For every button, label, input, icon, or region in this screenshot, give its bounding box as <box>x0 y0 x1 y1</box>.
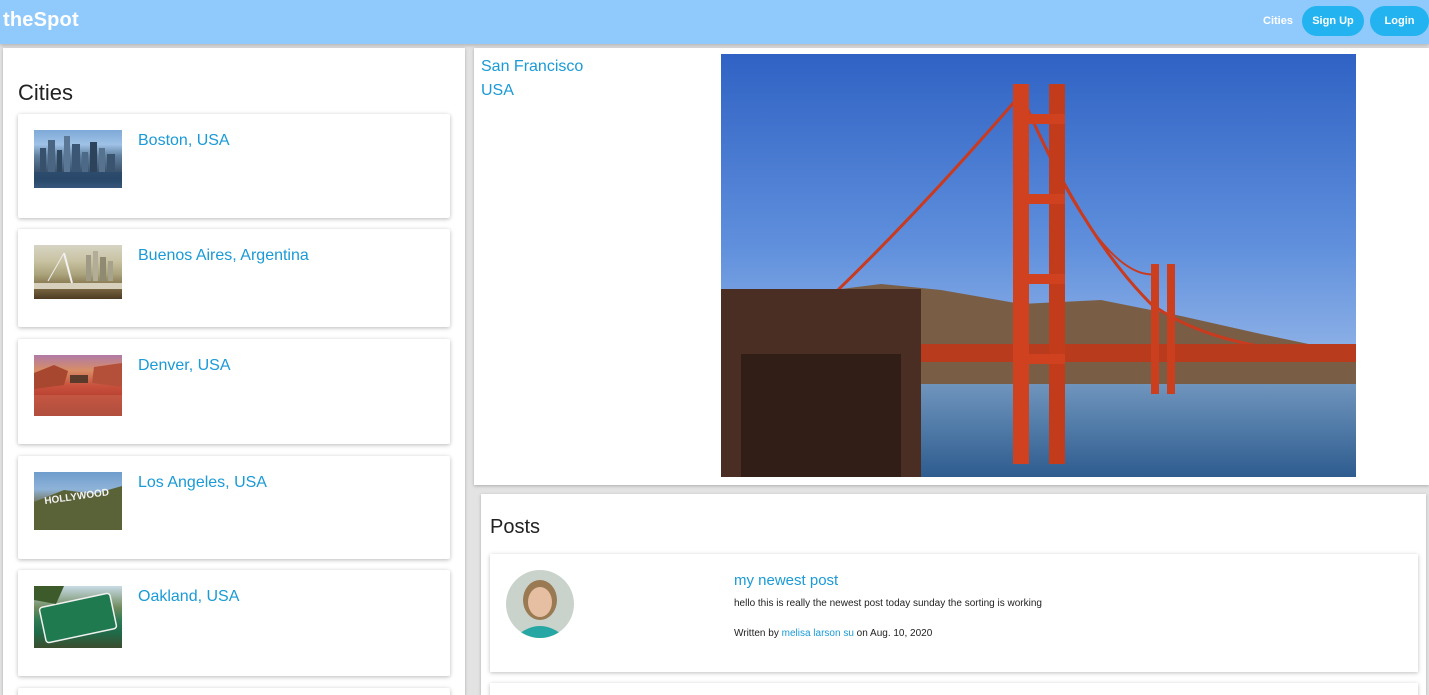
top-navbar: theSpot Cities Sign Up Login <box>0 0 1429 44</box>
city-card-denver[interactable]: Denver, USA <box>18 339 450 444</box>
cities-heading: Cities <box>18 80 74 105</box>
city-detail-panel: San Francisco USA <box>474 48 1429 485</box>
city-link-boston[interactable]: Boston, USA <box>138 132 230 150</box>
sign-up-button[interactable]: Sign Up <box>1302 6 1364 36</box>
city-link-oakland[interactable]: Oakland, USA <box>138 588 239 606</box>
post-author-link[interactable]: melisa larson su <box>782 628 854 639</box>
city-link-los-angeles[interactable]: Los Angeles, USA <box>138 474 267 492</box>
city-card-buenos-aires[interactable]: Buenos Aires, Argentina <box>18 229 450 327</box>
author-avatar <box>506 570 574 638</box>
posts-heading: Posts <box>490 516 541 538</box>
city-card-boston[interactable]: Boston, USA <box>18 114 450 218</box>
city-card-oakland[interactable]: Oakland, USA <box>18 570 450 676</box>
post-date: on Aug. 10, 2020 <box>856 628 933 639</box>
city-thumbnail-boston[interactable] <box>34 130 122 188</box>
cities-nav-link[interactable]: Cities <box>1263 15 1293 27</box>
city-card-los-angeles[interactable]: HOLLYWOOD Los Angeles, USA <box>18 456 450 559</box>
cities-sidebar: Cities Boston, USA Buenos Aires, Argenti… <box>3 48 465 695</box>
selected-city-country: USA <box>481 82 514 99</box>
city-hero-image <box>721 54 1356 477</box>
posts-panel: Posts my newest post hello this is reall… <box>481 494 1426 695</box>
city-card-partial[interactable] <box>18 688 450 695</box>
login-button[interactable]: Login <box>1370 6 1429 36</box>
post-card: my newest post hello this is really the … <box>490 554 1418 672</box>
post-meta: Written by melisa larson su on Aug. 10, … <box>734 628 932 639</box>
post-card-partial <box>490 683 1418 695</box>
written-by-label: Written by <box>734 628 779 639</box>
city-link-denver[interactable]: Denver, USA <box>138 357 230 375</box>
city-link-buenos-aires[interactable]: Buenos Aires, Argentina <box>138 247 309 265</box>
post-title-link[interactable]: my newest post <box>734 572 838 589</box>
city-thumbnail-denver[interactable] <box>34 355 122 416</box>
city-thumbnail-los-angeles[interactable]: HOLLYWOOD <box>34 472 122 530</box>
post-body: hello this is really the newest post tod… <box>734 598 1042 609</box>
city-thumbnail-buenos-aires[interactable] <box>34 245 122 299</box>
city-thumbnail-oakland[interactable] <box>34 586 122 648</box>
selected-city-name: San Francisco <box>481 58 584 75</box>
brand-logo[interactable]: theSpot <box>3 9 79 32</box>
